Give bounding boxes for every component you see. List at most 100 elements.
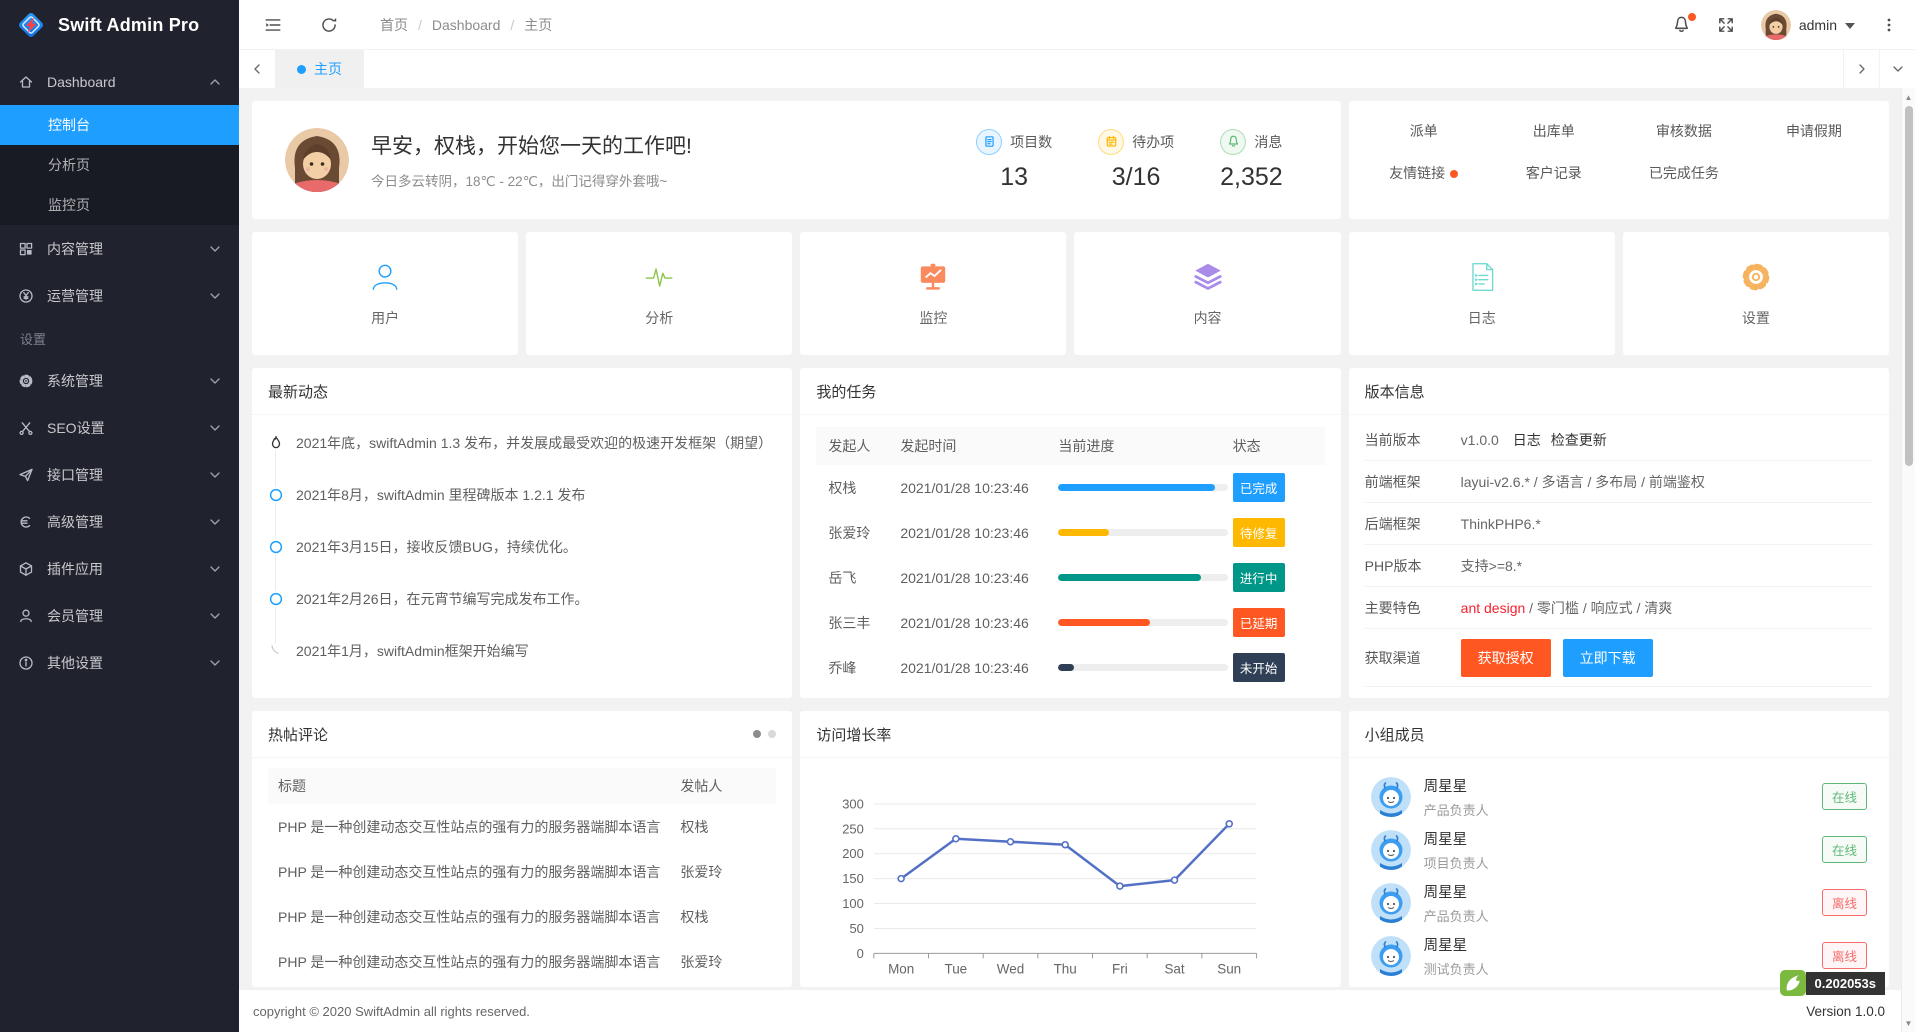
check-update-link[interactable]: 检查更新: [1551, 430, 1607, 450]
post-title-link[interactable]: PHP 是一种创建动态交互性站点的强有力的服务器端脚本语言: [278, 862, 680, 882]
user-menu[interactable]: admin: [1761, 10, 1855, 40]
refresh-icon[interactable]: [320, 16, 338, 34]
breadcrumb-current[interactable]: 主页: [524, 15, 552, 35]
shortcut-users[interactable]: 用户: [252, 232, 518, 355]
version-table: 当前版本 v1.0.0 日志 检查更新 前端框架 layui-v2.6.* / …: [1349, 415, 1889, 687]
tabs-menu-button[interactable]: [1879, 50, 1915, 88]
table-row: 岳飞 2021/01/28 10:23:46 进行中: [816, 555, 1324, 600]
post-title-link[interactable]: PHP 是一种创建动态交互性站点的强有力的服务器端脚本语言: [278, 817, 680, 837]
home-icon: [18, 74, 34, 90]
post-title-link[interactable]: PHP 是一种创建动态交互性站点的强有力的服务器端脚本语言: [278, 952, 680, 972]
member-name: 周星星: [1424, 775, 1822, 796]
sidebar-item-advanced-mgmt[interactable]: 高级管理: [0, 498, 239, 545]
task-initiator: 岳飞: [828, 568, 900, 588]
shortcut-analysis[interactable]: 分析: [526, 232, 792, 355]
sidebar-item-plugins[interactable]: 插件应用: [0, 545, 239, 592]
collapse-sidebar-icon[interactable]: [264, 16, 282, 34]
version-row: 后端框架 ThinkPHP6.*: [1365, 503, 1873, 545]
card-title: 小组成员: [1349, 711, 1889, 758]
quick-link-leave[interactable]: 申请假期: [1749, 121, 1879, 141]
quick-link-customers[interactable]: 客户记录: [1489, 163, 1619, 183]
tasks-table: 发起人 发起时间 当前进度 状态 权栈 2021/01/28 10:23:46 …: [800, 415, 1340, 690]
main-area: 首页 / Dashboard / 主页 admin: [239, 0, 1915, 1032]
flame-icon: [268, 435, 284, 451]
fullscreen-icon[interactable]: [1717, 16, 1735, 34]
page-scrollbar[interactable]: ▲ ▼: [1901, 88, 1915, 1032]
shortcut-monitor[interactable]: 监控: [800, 232, 1066, 355]
sidebar-item-operation-mgmt[interactable]: 运营管理: [0, 272, 239, 319]
svg-text:Mon: Mon: [888, 961, 914, 976]
version-row: 当前版本 v1.0.0 日志 检查更新: [1365, 419, 1873, 461]
timeline-item: 2021年3月15日，接收反馈BUG，持续优化。: [268, 539, 776, 591]
sidebar-item-console[interactable]: 控制台: [0, 105, 239, 145]
ant-design-link[interactable]: ant design: [1461, 600, 1526, 616]
column-header: 发帖人: [680, 776, 766, 796]
sidebar-item-member-mgmt[interactable]: 会员管理: [0, 592, 239, 639]
tab-home[interactable]: 主页: [275, 50, 364, 88]
sidebar-item-analysis-page[interactable]: 分析页: [0, 145, 239, 185]
get-license-button[interactable]: 获取授权: [1461, 639, 1551, 677]
svg-text:150: 150: [843, 871, 865, 886]
php-value: 支持>=8.*: [1461, 556, 1522, 576]
svg-text:Thu: Thu: [1054, 961, 1077, 976]
row-label: 获取渠道: [1365, 648, 1461, 668]
carousel-dot[interactable]: [753, 730, 761, 738]
shortcut-logs[interactable]: 日志: [1349, 232, 1615, 355]
post-title-link[interactable]: PHP 是一种创建动态交互性站点的强有力的服务器端脚本语言: [278, 907, 680, 927]
logo-icon: [14, 8, 48, 42]
svg-text:0: 0: [857, 946, 864, 961]
app-logo[interactable]: Swift Admin Pro: [0, 0, 239, 50]
timeline-text: 2021年2月26日，在元宵节编写完成发布工作。: [296, 591, 589, 607]
notifications-bell-icon[interactable]: [1672, 15, 1691, 34]
changelog-link[interactable]: 日志: [1513, 430, 1541, 450]
svg-text:300: 300: [843, 796, 865, 811]
sidebar-item-system-mgmt[interactable]: 系统管理: [0, 357, 239, 404]
sidebar-item-api-mgmt[interactable]: 接口管理: [0, 451, 239, 498]
stat-todos: 待办项 3/16: [1098, 129, 1174, 192]
task-initiator: 权栈: [828, 478, 900, 498]
list-item: 周星星 产品负责人 离线: [1371, 876, 1867, 929]
quick-link-label: 友情链接: [1389, 165, 1445, 181]
quick-link-done-tasks[interactable]: 已完成任务: [1619, 163, 1749, 183]
tabs-scroll-right-button[interactable]: [1843, 50, 1879, 88]
sidebar-item-seo-settings[interactable]: SEO设置: [0, 404, 239, 451]
breadcrumb-home[interactable]: 首页: [380, 15, 408, 35]
table-row: PHP 是一种创建动态交互性站点的强有力的服务器端脚本语言 张爱玲: [268, 939, 776, 984]
breadcrumb-dashboard[interactable]: Dashboard: [432, 17, 501, 33]
download-button[interactable]: 立即下载: [1563, 639, 1653, 677]
table-row: PHP 是一种创建动态交互性站点的强有力的服务器端脚本语言 张爱玲: [268, 849, 776, 894]
progress-bar: [1058, 529, 1228, 536]
circle-marker-icon: [268, 539, 284, 555]
quick-link-dispatch[interactable]: 派单: [1359, 121, 1489, 141]
scroll-down-arrow[interactable]: ▼: [1902, 1016, 1915, 1030]
scrollbar-thumb[interactable]: [1905, 106, 1913, 466]
log-file-icon: [1465, 260, 1499, 294]
chevron-down-icon: [209, 469, 221, 481]
quick-link-audit[interactable]: 审核数据: [1619, 121, 1749, 141]
carousel-dot[interactable]: [768, 730, 776, 738]
column-header: 标题: [278, 776, 680, 796]
member-info: 周星星 项目负责人: [1424, 828, 1822, 872]
quick-link-outbound[interactable]: 出库单: [1489, 121, 1619, 141]
tabbar-spacer: [364, 50, 1843, 88]
card-title: 最新动态: [252, 368, 792, 415]
user-icon: [368, 260, 402, 294]
task-initiator: 张爱玲: [828, 523, 900, 543]
monitor-icon: [916, 260, 950, 294]
progress-bar: [1058, 574, 1228, 581]
shortcut-content[interactable]: 内容: [1074, 232, 1340, 355]
sidebar-item-dashboard[interactable]: Dashboard: [0, 58, 239, 105]
sidebar-item-other-settings[interactable]: 其他设置: [0, 639, 239, 686]
column-header: 发起时间: [900, 436, 1058, 456]
stat-label: 消息: [1254, 132, 1282, 152]
layers-icon: [1191, 260, 1225, 294]
sidebar-item-monitor-page[interactable]: 监控页: [0, 185, 239, 225]
more-menu-icon[interactable]: [1881, 17, 1897, 33]
tabs-scroll-left-button[interactable]: [239, 50, 275, 88]
quick-link-friend-links[interactable]: 友情链接: [1359, 163, 1489, 183]
row-label: 主要特色: [1365, 598, 1461, 618]
scroll-up-arrow[interactable]: ▲: [1902, 90, 1915, 104]
sidebar-item-content-mgmt[interactable]: 内容管理: [0, 225, 239, 272]
member-name: 周星星: [1424, 828, 1822, 849]
shortcut-settings[interactable]: 设置: [1623, 232, 1889, 355]
